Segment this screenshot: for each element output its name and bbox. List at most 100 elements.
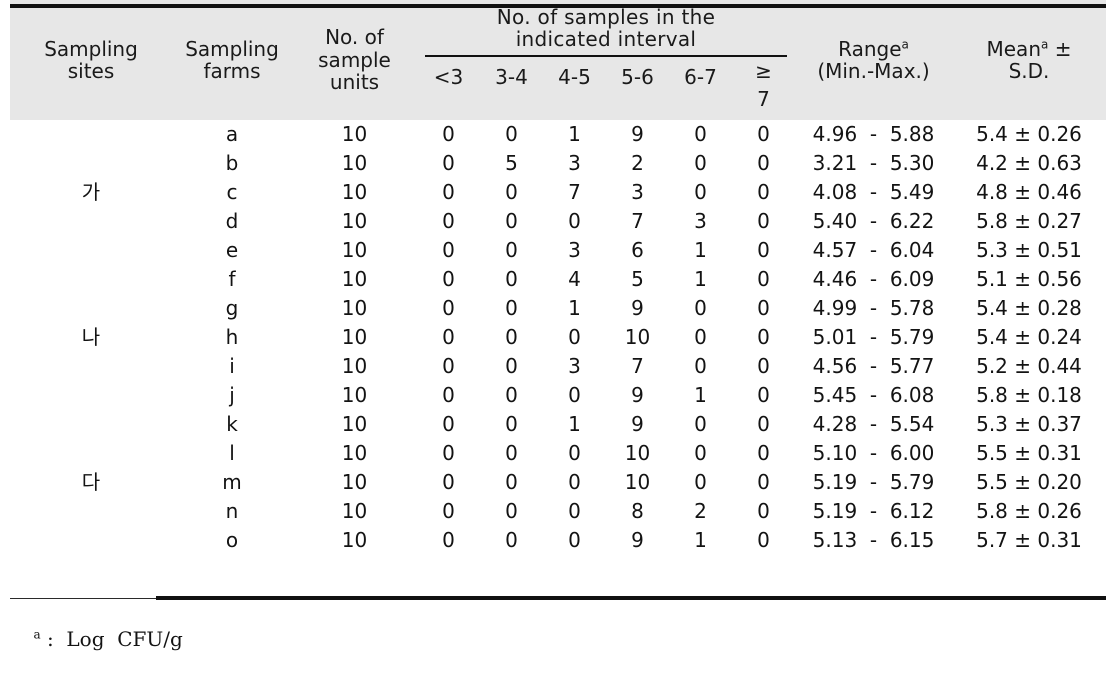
interval-bins-row: 0 0 0 10 0 0 xyxy=(417,323,795,352)
bin-ge7-cell: 0 xyxy=(757,238,770,262)
site-cell: 가 xyxy=(10,120,172,294)
bin-5-6-cell: 9 xyxy=(631,528,644,552)
bin-3-4-cell: 0 xyxy=(505,122,518,146)
mean-cell: 5.4 ± 0.28 xyxy=(952,294,1106,323)
header-range-line1: Rangea xyxy=(795,36,952,61)
bin-6-7-cell: 0 xyxy=(694,470,707,494)
bin-4-5-cell: 3 xyxy=(568,238,581,262)
bin-5-6-cell: 9 xyxy=(631,296,644,320)
bin-3-4-cell: 0 xyxy=(505,441,518,465)
table-container: Sampling sites Sampling farms No. of sam… xyxy=(0,0,1118,651)
sample-units-cell: 10 xyxy=(292,439,417,468)
bin-6-7-cell: 0 xyxy=(694,296,707,320)
bin-3-4-cell: 5 xyxy=(505,151,518,175)
header-range: Rangea (Min.-Max.) xyxy=(795,0,952,120)
sample-units-cell: 10 xyxy=(292,468,417,497)
bin-ge7-cell: 0 xyxy=(757,267,770,291)
header-bin-4-5: 4-5 xyxy=(558,64,591,89)
mean-cell: 5.8 ± 0.18 xyxy=(952,381,1106,410)
table-row: c 10 0 0 7 3 0 0 4.08 - 5.49 4.8 ± 0.46 xyxy=(10,178,1106,207)
interval-bins-row: 0 0 0 10 0 0 xyxy=(417,439,795,468)
table-row: d 10 0 0 0 7 3 0 5.40 - 6.22 5.8 ± 0.27 xyxy=(10,207,1106,236)
mean-cell: 5.8 ± 0.26 xyxy=(952,497,1106,526)
header-bin-3-4: 3-4 xyxy=(495,64,528,89)
header-mean-label: Mean xyxy=(986,36,1042,61)
bin-6-7-cell: 3 xyxy=(694,209,707,233)
table-row: n 10 0 0 0 8 2 0 5.19 - 6.12 5.8 ± 0.26 xyxy=(10,497,1106,526)
table-top-rule xyxy=(10,4,1106,8)
site-label: 가 xyxy=(81,180,101,204)
bin-6-7-cell: 0 xyxy=(694,354,707,378)
sampling-results-table: Sampling sites Sampling farms No. of sam… xyxy=(10,0,1106,555)
bin-ge7-cell: 0 xyxy=(757,180,770,204)
interval-bins-cell: 0 0 0 10 0 0 xyxy=(417,323,795,352)
range-cell: 5.45 - 6.08 xyxy=(795,381,952,410)
header-bin-6-7: 6-7 xyxy=(684,64,717,89)
bin-4-5-cell: 0 xyxy=(568,470,581,494)
farm-cell: f xyxy=(172,265,292,294)
bin-3-4-cell: 0 xyxy=(505,180,518,204)
footnote-text: : Log CFU/g xyxy=(40,627,183,651)
interval-bins-row: 0 0 0 7 3 0 xyxy=(417,207,795,236)
farm-cell: a xyxy=(172,120,292,149)
sample-units-cell: 10 xyxy=(292,526,417,555)
range-cell: 5.10 - 6.00 xyxy=(795,439,952,468)
interval-bins-row: 0 0 0 10 0 0 xyxy=(417,468,795,497)
header-range-superscript: a xyxy=(901,36,909,51)
site-cell: 다 xyxy=(10,468,172,555)
bin-4-5-cell: 3 xyxy=(568,354,581,378)
interval-bins-cell: 0 0 0 9 1 0 xyxy=(417,526,795,555)
bin-6-7-cell: 1 xyxy=(694,528,707,552)
bin-ge7-cell: 0 xyxy=(757,151,770,175)
header-sampling-sites-line2: sites xyxy=(67,59,115,83)
header-mean-line1: Meana ± xyxy=(952,36,1106,61)
bin-5-6-cell: 9 xyxy=(631,122,644,146)
bin-lt3-cell: 0 xyxy=(442,470,455,494)
bin-ge7-cell: 0 xyxy=(757,441,770,465)
mean-cell: 5.4 ± 0.24 xyxy=(952,323,1106,352)
header-bin-ge7: ≥ 7 xyxy=(732,59,795,109)
bin-6-7-cell: 1 xyxy=(694,383,707,407)
bin-5-6-cell: 8 xyxy=(631,499,644,523)
mean-cell: 5.3 ± 0.37 xyxy=(952,410,1106,439)
bin-lt3-cell: 0 xyxy=(442,528,455,552)
sample-units-cell: 10 xyxy=(292,265,417,294)
interval-bins-cell: 0 0 1 9 0 0 xyxy=(417,120,795,149)
interval-bins-row: 0 0 0 9 1 0 xyxy=(417,381,795,410)
sample-units-cell: 10 xyxy=(292,120,417,149)
range-cell: 5.19 - 6.12 xyxy=(795,497,952,526)
table-row: o 10 0 0 0 9 1 0 5.13 - 6.15 5.7 ± 0.31 xyxy=(10,526,1106,555)
interval-bins-row: 0 0 3 7 0 0 xyxy=(417,352,795,381)
bin-5-6-cell: 7 xyxy=(631,209,644,233)
header-sampling-farms-line1: Sampling xyxy=(185,36,279,61)
table-header: Sampling sites Sampling farms No. of sam… xyxy=(10,0,1106,120)
header-range-label: Range xyxy=(838,36,902,61)
table-row: h 10 0 0 0 10 0 0 5.01 - 5.79 5.4 ± 0.24 xyxy=(10,323,1106,352)
bin-ge7-cell: 0 xyxy=(757,412,770,436)
bin-5-6-cell: 5 xyxy=(631,267,644,291)
mean-cell: 5.1 ± 0.56 xyxy=(952,265,1106,294)
mean-cell: 5.7 ± 0.31 xyxy=(952,526,1106,555)
interval-bins-row: 0 0 3 6 1 0 xyxy=(417,236,795,265)
range-cell: 4.99 - 5.78 xyxy=(795,294,952,323)
bin-lt3-cell: 0 xyxy=(442,441,455,465)
farm-cell: e xyxy=(172,236,292,265)
sample-units-cell: 10 xyxy=(292,178,417,207)
bin-lt3-cell: 0 xyxy=(442,238,455,262)
sample-units-cell: 10 xyxy=(292,410,417,439)
header-sample-units-line2: sample xyxy=(318,47,391,72)
mean-cell: 5.4 ± 0.26 xyxy=(952,120,1106,149)
bin-4-5-cell: 3 xyxy=(568,151,581,175)
header-interval-group: No. of samples in the indicated interval… xyxy=(417,0,795,120)
range-cell: 5.40 - 6.22 xyxy=(795,207,952,236)
mean-cell: 4.8 ± 0.46 xyxy=(952,178,1106,207)
header-range-line2: (Min.-Max.) xyxy=(817,59,930,83)
sample-units-cell: 10 xyxy=(292,149,417,178)
bin-6-7-cell: 0 xyxy=(694,151,707,175)
bin-4-5-cell: 0 xyxy=(568,441,581,465)
table-row: j 10 0 0 0 9 1 0 5.45 - 6.08 5.8 ± 0.18 xyxy=(10,381,1106,410)
bin-lt3-cell: 0 xyxy=(442,412,455,436)
bin-ge7-cell: 0 xyxy=(757,383,770,407)
header-sampling-farms: Sampling farms xyxy=(172,0,292,120)
sample-units-cell: 10 xyxy=(292,381,417,410)
